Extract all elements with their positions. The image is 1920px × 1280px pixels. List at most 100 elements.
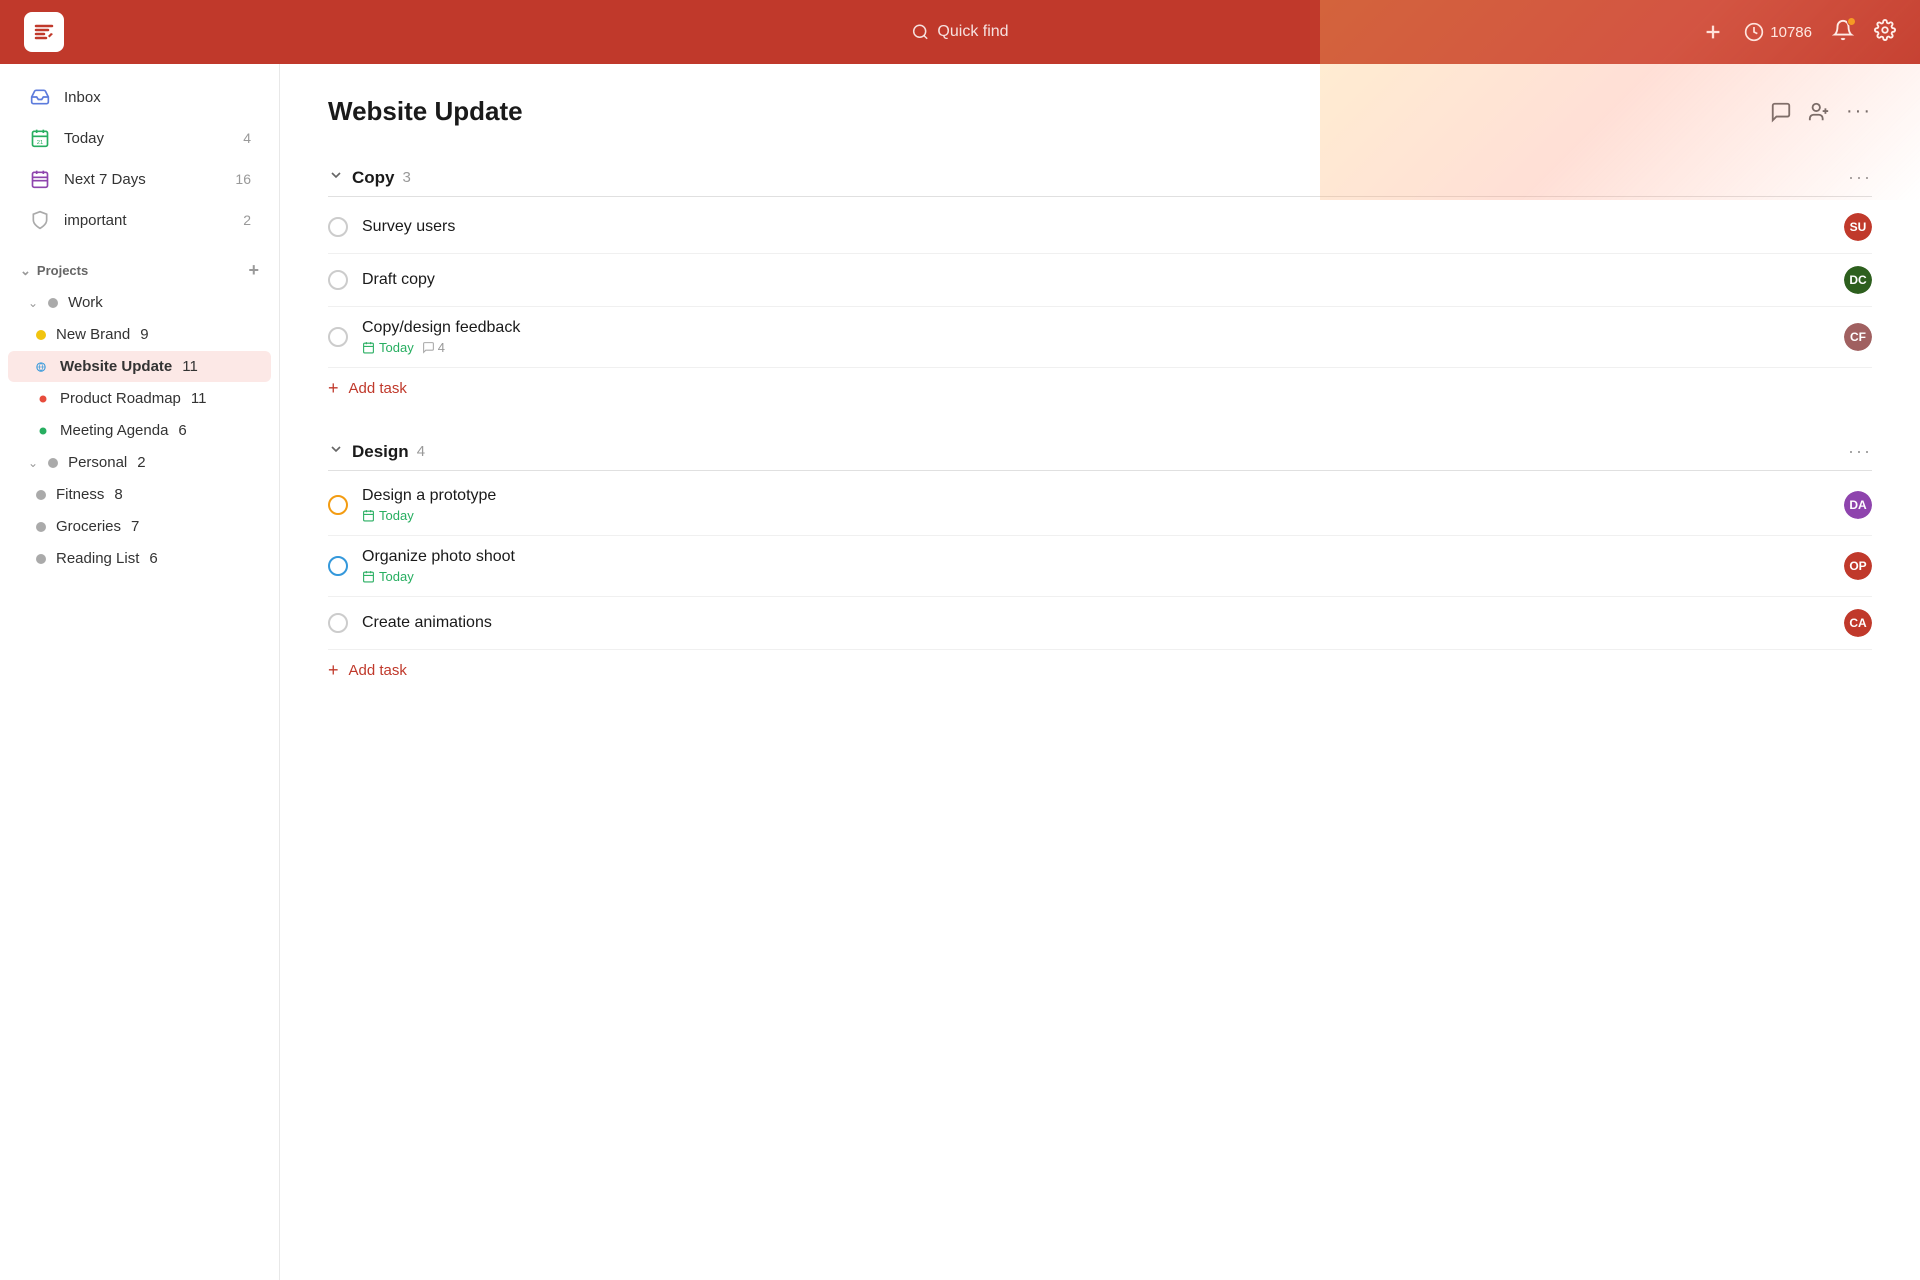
meeting-agenda-label: Meeting Agenda: [60, 422, 168, 439]
inbox-icon: [28, 85, 52, 109]
task-checkbox-0-2[interactable]: [328, 327, 348, 347]
work-collapse-icon: ⌄: [28, 296, 38, 310]
add-task-button[interactable]: [1702, 21, 1724, 43]
task-name-1-0: Design a prototype: [362, 487, 1832, 505]
sidebar-item-today[interactable]: 21 Today 4: [8, 118, 271, 158]
svg-text:21: 21: [37, 140, 43, 146]
task-name-0-2: Copy/design feedback: [362, 319, 1832, 337]
section-name-0: Copy: [352, 168, 395, 188]
task-avatar-0-1: DC: [1844, 266, 1872, 294]
task-row-1-2[interactable]: Create animations CA: [328, 597, 1872, 650]
task-avatar-0-0: SU: [1844, 213, 1872, 241]
sidebar-item-fitness[interactable]: Fitness 8: [8, 479, 271, 510]
sidebar-item-new-brand[interactable]: New Brand 9: [8, 319, 271, 350]
projects-collapse-button[interactable]: ⌄: [20, 263, 31, 279]
content-header: Website Update: [328, 96, 1872, 127]
task-checkbox-0-0[interactable]: [328, 217, 348, 237]
sidebar-item-reading-list[interactable]: Reading List 6: [8, 543, 271, 574]
task-content-0-0: Survey users: [362, 218, 1832, 236]
settings-button[interactable]: [1874, 19, 1896, 46]
app-logo[interactable]: [24, 12, 64, 52]
reading-list-dot: [36, 554, 46, 564]
section-collapse-1[interactable]: [328, 441, 344, 462]
sidebar-item-work[interactable]: ⌄ Work: [8, 287, 271, 318]
comment-icon: [1770, 101, 1792, 123]
karma-counter[interactable]: 10786: [1744, 22, 1812, 42]
task-row-0-2[interactable]: Copy/design feedback Today 4 CF: [328, 307, 1872, 368]
task-checkbox-1-2[interactable]: [328, 613, 348, 633]
next7-count: 16: [235, 171, 251, 187]
avatar-img: CF: [1844, 323, 1872, 351]
content-actions: ···: [1770, 100, 1872, 123]
task-content-1-2: Create animations: [362, 614, 1832, 632]
task-checkbox-0-1[interactable]: [328, 270, 348, 290]
task-row-0-1[interactable]: Draft copy DC: [328, 254, 1872, 307]
projects-section-header: ⌄ Projects +: [0, 248, 279, 285]
sidebar-item-product-roadmap[interactable]: Product Roadmap 11: [8, 383, 271, 414]
add-task-plus-icon-0: +: [328, 378, 339, 399]
meeting-agenda-count: 6: [178, 422, 186, 439]
section-count-0: 3: [403, 169, 411, 186]
new-brand-dot: [36, 330, 46, 340]
section-collapse-0[interactable]: [328, 167, 344, 188]
more-options-button[interactable]: ···: [1846, 100, 1872, 123]
task-row-1-1[interactable]: Organize photo shoot Today OP: [328, 536, 1872, 597]
sections-container: Copy 3 ··· Survey users SU Draft copy DC: [328, 159, 1872, 691]
avatar-img: CA: [1844, 609, 1872, 637]
today-label: Today: [64, 130, 231, 147]
add-task-button-1[interactable]: + Add task: [328, 650, 1872, 691]
task-row-1-0[interactable]: Design a prototype Today DA: [328, 475, 1872, 536]
personal-collapse-icon: ⌄: [28, 456, 38, 470]
task-name-0-0: Survey users: [362, 218, 1832, 236]
next7-label: Next 7 Days: [64, 171, 223, 188]
notification-dot: [1847, 17, 1856, 26]
groceries-label: Groceries: [56, 518, 121, 535]
work-label: Work: [68, 294, 103, 311]
add-task-button-0[interactable]: + Add task: [328, 368, 1872, 409]
sidebar-item-groceries[interactable]: Groceries 7: [8, 511, 271, 542]
task-row-0-0[interactable]: Survey users SU: [328, 201, 1872, 254]
task-checkbox-1-1[interactable]: [328, 556, 348, 576]
inbox-label: Inbox: [64, 89, 251, 106]
important-icon: [28, 208, 52, 232]
sidebar-item-website-update[interactable]: Website Update 11: [8, 351, 271, 382]
avatar-img: DA: [1844, 491, 1872, 519]
reading-list-count: 6: [149, 550, 157, 567]
add-task-label-1: Add task: [349, 662, 407, 679]
personal-count: 2: [137, 454, 145, 471]
sidebar-item-important[interactable]: important 2: [8, 200, 271, 240]
reading-list-label: Reading List: [56, 550, 139, 567]
sidebar-item-meeting-agenda[interactable]: Meeting Agenda 6: [8, 415, 271, 446]
notifications-button[interactable]: [1832, 19, 1854, 46]
search-bar[interactable]: Quick find: [911, 23, 1008, 41]
topbar: Quick find 10786: [0, 0, 1920, 64]
section-more-0[interactable]: ···: [1848, 167, 1872, 188]
task-name-0-1: Draft copy: [362, 271, 1832, 289]
add-project-button[interactable]: +: [248, 260, 259, 281]
website-update-label: Website Update: [60, 358, 172, 375]
add-person-icon: [1808, 101, 1830, 123]
groceries-dot: [36, 522, 46, 532]
website-update-count: 11: [182, 358, 198, 375]
fitness-count: 8: [114, 486, 122, 503]
sidebar-item-next7[interactable]: Next 7 Days 16: [8, 159, 271, 199]
section-more-1[interactable]: ···: [1848, 441, 1872, 462]
task-today: Today: [362, 340, 414, 355]
sidebar-item-inbox[interactable]: Inbox: [8, 77, 271, 117]
section-count-1: 4: [417, 443, 425, 460]
comments-button[interactable]: [1770, 101, 1792, 123]
projects-label: Projects: [37, 263, 88, 278]
section-name-1: Design: [352, 442, 409, 462]
sidebar-item-personal[interactable]: ⌄ Personal 2: [8, 447, 271, 478]
karma-value: 10786: [1770, 24, 1812, 41]
today-count: 4: [243, 130, 251, 146]
task-content-1-1: Organize photo shoot Today: [362, 548, 1832, 584]
task-checkbox-1-0[interactable]: [328, 495, 348, 515]
page-title: Website Update: [328, 96, 523, 127]
add-member-button[interactable]: [1808, 101, 1830, 123]
task-comments: 4: [422, 340, 445, 355]
section-title-left-0: Copy 3: [328, 167, 411, 188]
task-meta: Today 4: [362, 340, 1832, 355]
important-count: 2: [243, 212, 251, 228]
personal-dot: [48, 458, 58, 468]
